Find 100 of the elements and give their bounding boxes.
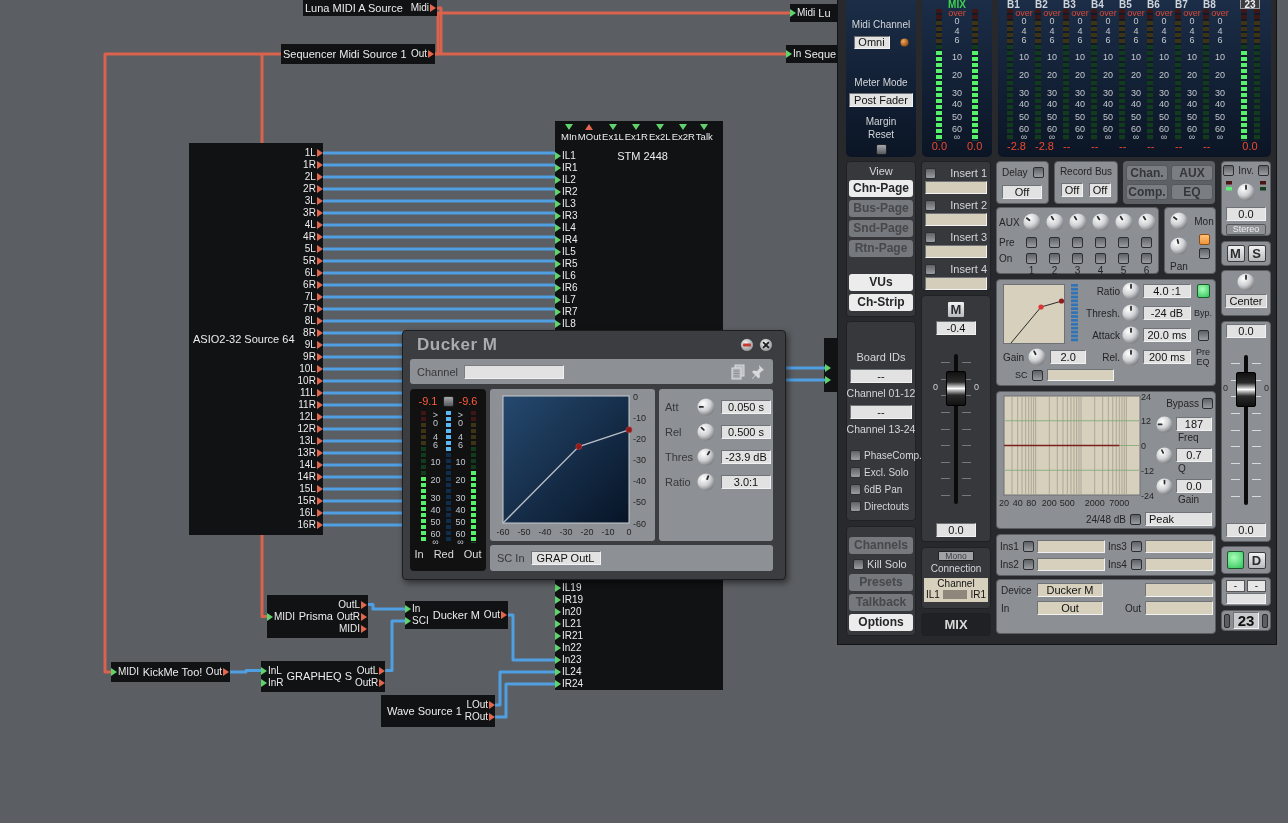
active-button[interactable] [1226,551,1244,569]
value-field[interactable]: -- [850,369,912,383]
small-button[interactable]: - [1226,580,1245,592]
knob[interactable] [1122,348,1140,366]
port-arrow-icon[interactable] [632,124,641,130]
text-field[interactable] [1037,558,1105,571]
checkbox[interactable] [1072,252,1083,264]
value-field[interactable]: Off [1002,185,1042,199]
port-arrow-icon[interactable] [430,4,436,12]
checkbox[interactable] [1198,233,1210,245]
text-field[interactable] [1226,593,1266,604]
knob[interactable] [1137,213,1156,231]
value-field[interactable]: Omni [853,36,890,49]
text-field[interactable] [925,245,987,258]
bypass-button[interactable] [1196,284,1210,298]
value-field[interactable]: Ducker M [1037,583,1103,597]
checkbox[interactable] [1095,236,1106,248]
knob[interactable] [1170,237,1188,255]
value-field[interactable]: 0.050 s [721,400,771,414]
checkbox[interactable] [1202,397,1213,409]
checkbox[interactable] [1131,541,1142,552]
checkbox[interactable] [1141,252,1152,264]
checkbox[interactable] [1023,559,1034,570]
knob[interactable] [697,448,715,466]
port-arrow-icon[interactable] [501,611,507,619]
knob[interactable] [1091,213,1110,231]
minimize-button[interactable] [740,338,754,352]
knob[interactable] [1156,415,1173,433]
port-arrow-icon[interactable] [428,50,434,58]
checkbox[interactable] [1072,236,1083,248]
port-arrow-icon[interactable] [223,668,229,676]
value-field[interactable]: -24 dB [1143,306,1191,320]
checkbox[interactable] [1258,165,1269,176]
value-field[interactable]: 0.0 [1226,207,1266,221]
checkbox[interactable] [925,167,936,179]
port-arrow-icon[interactable] [700,124,709,130]
toggle-button[interactable]: Options [849,614,913,631]
direct-button[interactable]: D [1247,551,1266,569]
checkbox[interactable] [1131,559,1142,570]
knob[interactable] [1068,213,1087,231]
small-button[interactable]: - [1247,580,1266,592]
fader-handle[interactable] [1236,372,1256,408]
value-field[interactable]: 20.0 ms [1143,328,1191,342]
knob[interactable] [1122,282,1140,300]
checkbox[interactable] [1031,369,1043,381]
value-field[interactable]: GRAP OutL [530,551,601,565]
checkbox[interactable] [1141,236,1152,248]
toggle-button[interactable]: Ch-Strip [849,294,913,311]
value-field[interactable]: 0.0 [936,523,976,537]
value-field[interactable]: -- [850,405,912,419]
checkbox[interactable] [925,231,936,243]
solo-button[interactable]: S [1247,245,1266,262]
knob[interactable] [1156,477,1173,495]
text-field[interactable] [1145,540,1213,553]
text-field[interactable] [925,277,987,290]
spin-button[interactable] [1262,613,1268,628]
text-field[interactable] [1046,369,1114,381]
text-field[interactable] [1037,540,1105,553]
checkbox[interactable] [1130,513,1141,525]
knob[interactable] [1028,348,1047,366]
mute-button[interactable]: M [947,301,965,318]
text-field[interactable] [1145,601,1213,615]
checkbox[interactable] [850,466,861,478]
knob[interactable] [697,473,715,491]
port-arrow-icon[interactable] [267,612,273,621]
value-field[interactable]: 187 [1176,417,1212,431]
value-field[interactable]: 3.0:1 [721,475,771,489]
checkbox[interactable] [1049,252,1060,264]
input-field[interactable] [464,364,564,379]
knob[interactable] [1170,212,1188,230]
value-field[interactable]: Off [1089,183,1111,197]
text-field[interactable] [925,213,987,226]
mute-button[interactable]: M [1226,245,1245,262]
checkbox[interactable] [1118,236,1129,248]
toggle-button[interactable]: VUs [849,274,913,291]
value-field[interactable]: 200 ms [1143,350,1191,364]
value-field[interactable]: 0.0 [1176,479,1212,493]
checkbox[interactable] [850,483,861,495]
value-field[interactable]: Out [1037,601,1103,615]
knob[interactable] [1237,183,1255,201]
value-field[interactable]: -0.4 [936,321,976,335]
checkbox[interactable] [1026,252,1037,264]
checkbox[interactable] [850,449,861,461]
value-field[interactable]: Post Fader [849,93,913,107]
knob[interactable] [1022,213,1041,231]
checkbox[interactable] [1095,252,1106,264]
value-field[interactable]: 0.7 [1176,448,1212,462]
value-field[interactable]: Peak [1145,512,1212,526]
knob[interactable] [697,423,715,441]
port-arrow-icon[interactable] [608,124,617,130]
checkbox[interactable] [1198,247,1210,259]
knob[interactable] [697,398,715,416]
port-arrow-icon[interactable] [655,124,664,130]
value-field[interactable]: 2.0 [1050,350,1087,364]
mono-button[interactable]: Mono [938,551,974,561]
value-field[interactable]: -23.9 dB [721,450,771,464]
port-arrow-icon[interactable] [786,50,792,58]
checkbox[interactable] [1118,252,1129,264]
value-field[interactable]: Off [1061,183,1083,197]
checkbox[interactable] [1023,541,1034,552]
